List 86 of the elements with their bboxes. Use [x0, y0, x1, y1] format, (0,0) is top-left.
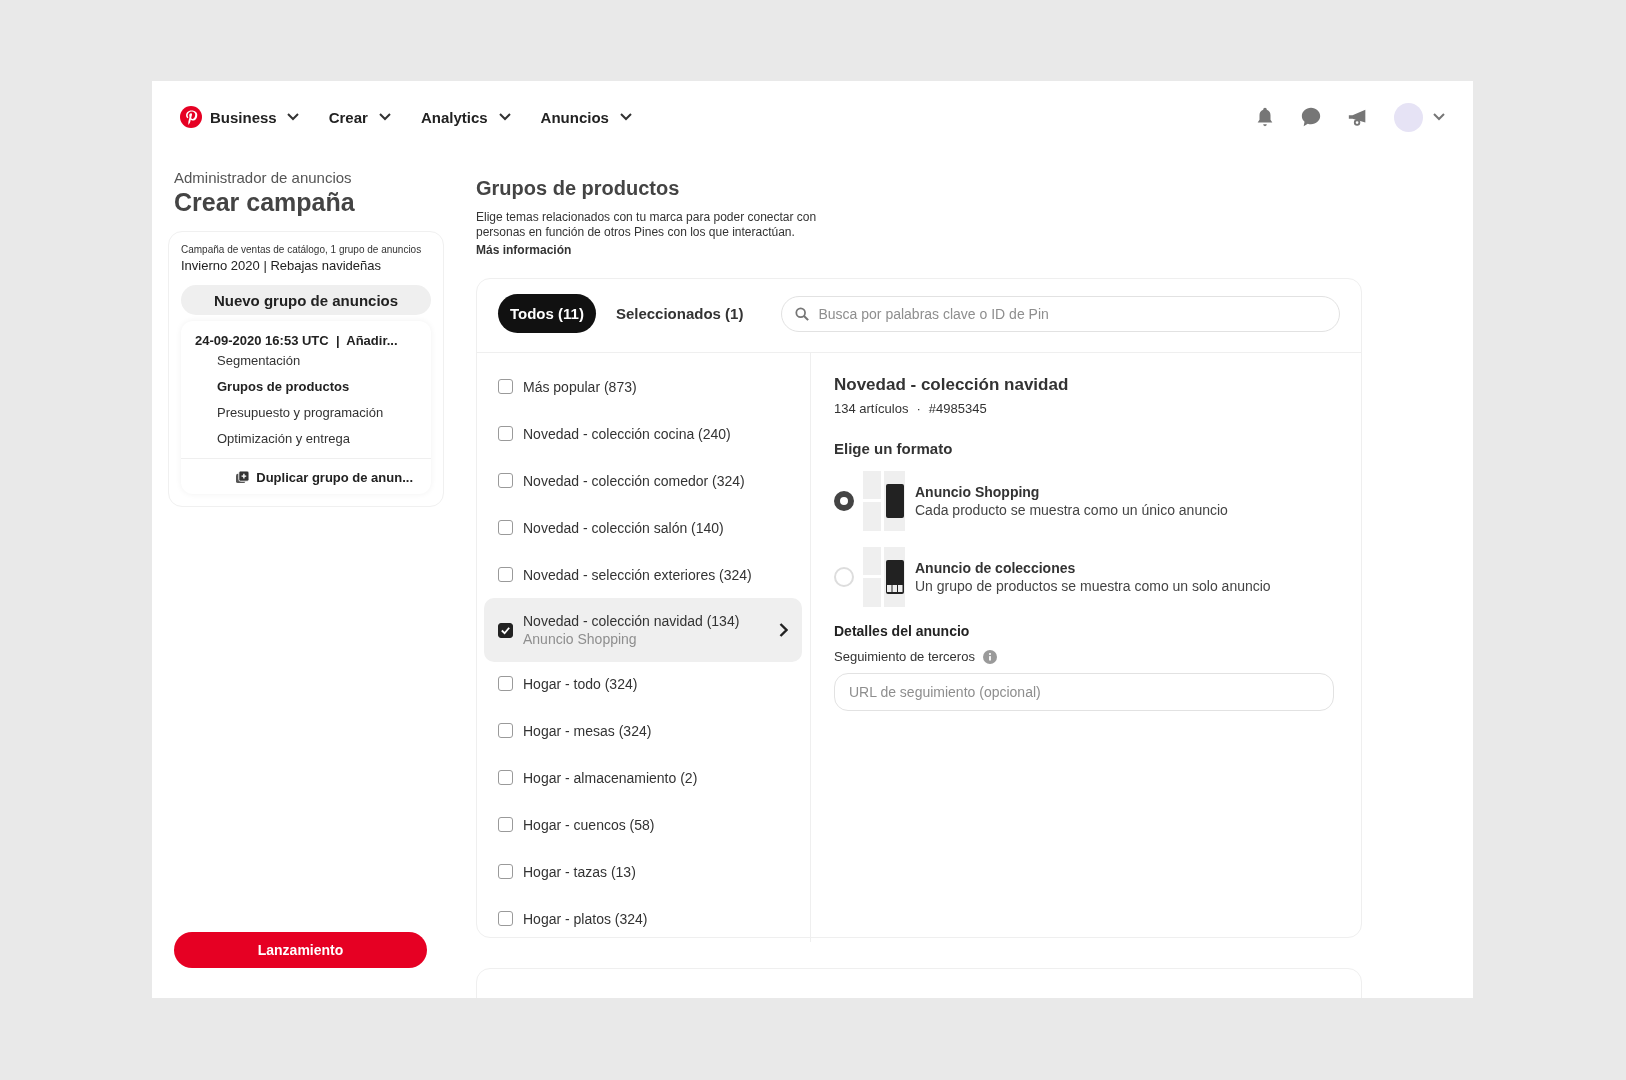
step-link[interactable]: Segmentación	[181, 348, 301, 374]
nav-menu[interactable]: Anuncios	[540, 108, 632, 126]
nav-menu[interactable]: Business	[180, 106, 299, 128]
list-item[interactable]: Más popular (873)	[484, 363, 802, 410]
group-label: Hogar - almacenamiento (2)	[523, 769, 699, 786]
nav-menu[interactable]: Crear	[328, 108, 391, 126]
format-heading: Elige un formato	[834, 440, 954, 457]
format-description: Cada producto se muestra como un único anuncio	[915, 502, 1228, 518]
step-link[interactable]: Optimización y entrega	[181, 426, 350, 452]
chevron-right-icon	[779, 623, 788, 637]
checkbox[interactable]	[498, 473, 513, 488]
item-count: 134 artículos	[834, 401, 909, 416]
checkbox[interactable]	[498, 864, 513, 879]
list-item[interactable]: Hogar - todo (324)	[484, 660, 802, 707]
chevron-down-icon	[498, 113, 511, 121]
group-label: Más popular (873)	[523, 378, 638, 395]
field-label: Seguimiento de terceros	[834, 649, 975, 664]
shopping-ad-icon	[863, 471, 905, 531]
list-item[interactable]: Novedad - selección exteriores (324)	[484, 551, 802, 598]
search-icon	[795, 306, 810, 321]
chevron-down-icon[interactable]	[1433, 113, 1445, 121]
format-title: Anuncio Shopping	[915, 484, 1041, 500]
group-label: Novedad - colección comedor (324)	[523, 472, 746, 489]
info-icon[interactable]	[982, 649, 997, 664]
group-label: Novedad - selección exteriores (324)	[523, 566, 753, 583]
filter-tab[interactable]: Todos (11)	[498, 294, 596, 333]
step-link[interactable]: Presupuesto y programación	[181, 400, 384, 426]
checkbox[interactable]	[498, 567, 513, 582]
format-description: Un grupo de productos se muestra como un solo anuncio	[915, 578, 1271, 594]
filter-tab[interactable]: Seleccionados (1)	[603, 294, 756, 333]
group-id: #4985345	[928, 401, 987, 416]
checkbox[interactable]	[498, 723, 513, 738]
tracking-url-field[interactable]: URL de seguimiento (opcional)	[834, 673, 1334, 711]
checkbox[interactable]	[498, 676, 513, 691]
logo-icon	[180, 106, 202, 128]
new-ad-group-button[interactable]: Nuevo grupo de anuncios	[181, 285, 431, 315]
checkbox[interactable]	[498, 379, 513, 394]
chevron-down-icon	[286, 113, 299, 121]
collection-ad-icon	[863, 547, 905, 607]
list-item[interactable]: Hogar - platos (324)	[484, 895, 802, 942]
duplicate-icon	[236, 471, 250, 484]
checkbox[interactable]	[498, 622, 513, 638]
checkbox[interactable]	[498, 520, 513, 535]
format-title: Anuncio de colecciones	[915, 560, 1077, 576]
list-item[interactable]: Novedad - colección salón (140)	[484, 504, 802, 551]
group-label: Hogar - platos (324)	[523, 910, 649, 927]
search-field[interactable]: Busca por palabras clave o ID de Pin	[781, 295, 1340, 332]
list-item[interactable]: Hogar - tazas (13)	[484, 848, 802, 895]
section-title: Grupos de productos	[476, 177, 681, 200]
list-item[interactable]: Hogar - mesas (324)	[484, 707, 802, 754]
group-label: Hogar - mesas (324)	[523, 722, 653, 739]
nav-menu[interactable]: Analytics	[420, 108, 511, 126]
checkbox[interactable]	[498, 817, 513, 832]
list-item[interactable]: Hogar - cuencos (58)	[484, 801, 802, 848]
group-label: Hogar - todo (324)	[523, 675, 639, 692]
group-label: Hogar - tazas (13)	[523, 863, 637, 880]
description: Elige temas relacionados con tu marca para poder conectar con personas en función de otros Pines con los que interactúan.	[476, 210, 818, 240]
checkbox[interactable]	[498, 426, 513, 441]
group-title: Novedad - colección navidad	[834, 375, 1070, 395]
details-heading: Detalles del anuncio	[834, 623, 971, 639]
checkbox[interactable]	[498, 911, 513, 926]
group-label: Novedad - colección cocina (240)	[523, 425, 732, 442]
group-label: Novedad - colección salón (140)	[523, 519, 725, 536]
more-info-link[interactable]: Más información	[476, 243, 572, 257]
breadcrumb: Administrador de anuncios	[174, 169, 353, 186]
chevron-down-icon	[378, 113, 391, 121]
campaign-meta: Campaña de ventas de catálogo, 1 grupo de anuncios	[181, 244, 423, 255]
radio-button[interactable]	[834, 491, 854, 511]
messages-icon[interactable]	[1300, 106, 1322, 128]
check-icon	[500, 624, 511, 636]
step-link[interactable]: Grupos de productos	[181, 374, 350, 400]
page-title: Crear campaña	[174, 188, 356, 217]
campaign-name: Invierno 2020 | Rebajas navideñas	[181, 258, 382, 273]
chevron-down-icon	[619, 113, 632, 121]
checkbox[interactable]	[498, 770, 513, 785]
duplicate-button[interactable]: Duplicar grupo de anun...	[230, 469, 419, 486]
list-item[interactable]: Hogar - almacenamiento (2)	[484, 754, 802, 801]
group-label: Novedad - colección navidad (134)	[523, 613, 741, 629]
list-item[interactable]: Novedad - colección comedor (324)	[484, 457, 802, 504]
ad-group-title[interactable]: 24-09-2020 16:53 UTC | Añadir...	[181, 333, 431, 348]
group-label: Hogar - cuencos (58)	[523, 816, 656, 833]
separator: ·	[916, 401, 921, 416]
list-item[interactable]: Novedad - colección cocina (240)	[484, 410, 802, 457]
group-format: Anuncio Shopping	[523, 631, 638, 647]
launch-button[interactable]: Lanzamiento	[174, 932, 427, 968]
selected-list-item[interactable]: Novedad - colección navidad (134) Anuncio Shopping	[484, 598, 802, 662]
